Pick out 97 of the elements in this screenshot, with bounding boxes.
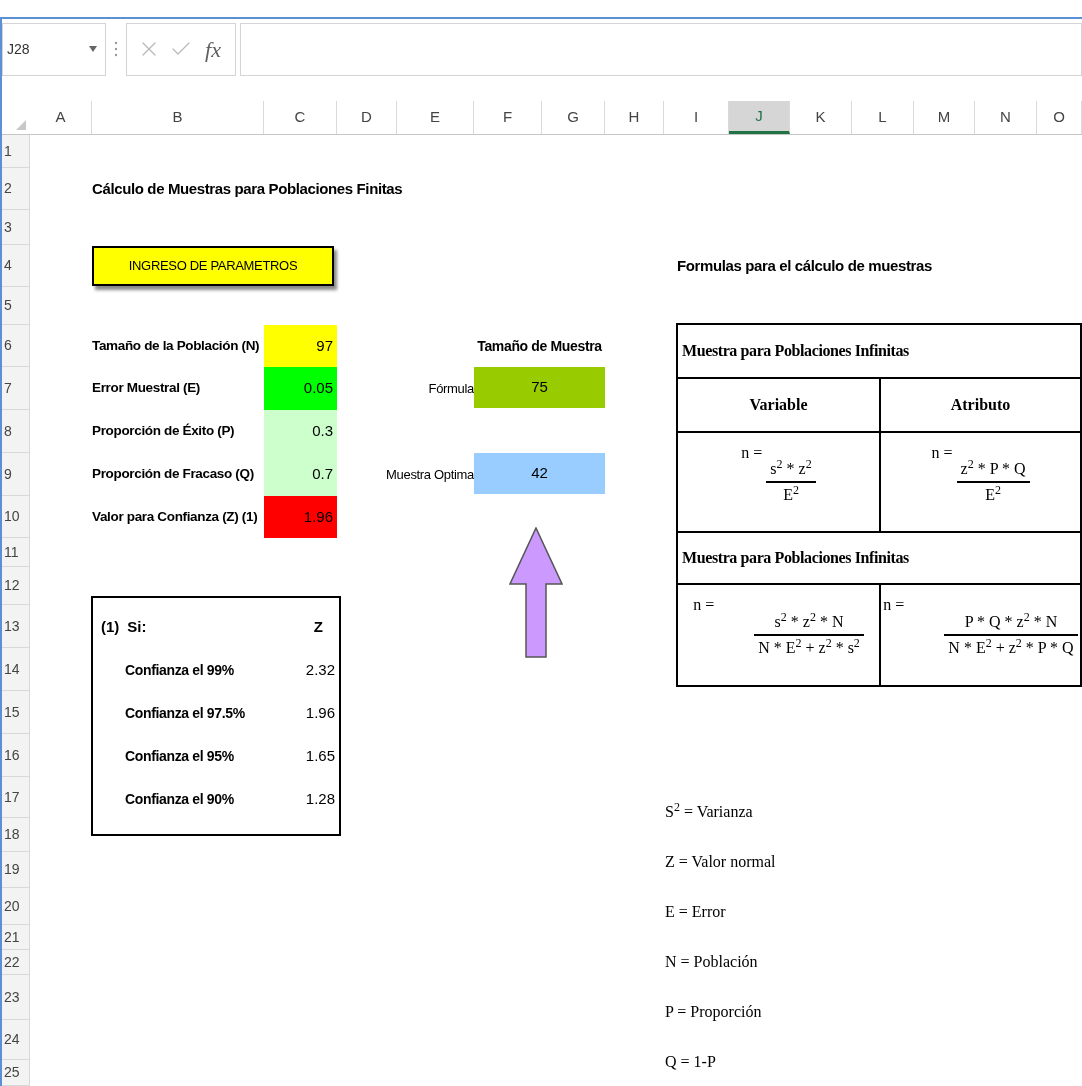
formula-numerator: P * Q * z$^{2}$ * N <box>963 610 1059 632</box>
row-header[interactable]: 17 <box>2 777 30 818</box>
row-header[interactable]: 16 <box>2 734 30 777</box>
column-header[interactable]: A <box>30 100 92 134</box>
parameter-label: Proporción de Fracaso (Q) <box>92 465 255 484</box>
column-header[interactable]: J <box>729 100 790 134</box>
row-header[interactable]: 3 <box>2 210 30 245</box>
confidence-label: Confianza el 97.5% <box>125 704 245 723</box>
parameter-label: Proporción de Éxito (P) <box>92 422 236 441</box>
formula-lhs: n = <box>693 595 715 615</box>
z-value: 1.96 <box>305 703 335 724</box>
column-header[interactable]: D <box>337 100 397 134</box>
row-header[interactable]: 2 <box>2 168 30 210</box>
column-header[interactable]: E <box>397 100 474 134</box>
result-value-cell[interactable]: 75 <box>474 367 605 408</box>
formulas-heading: Formulas para el cálculo de muestras <box>676 255 933 276</box>
row-header[interactable]: 10 <box>2 496 30 538</box>
formula-denominator: N * E$^{2}$ + z$^{2}$ * P * Q <box>947 636 1075 658</box>
row-header[interactable]: 18 <box>2 818 30 852</box>
column-header[interactable]: B <box>92 100 264 134</box>
parameter-value-cell[interactable]: 97 <box>264 325 337 367</box>
formula-denominator: E$^{2}$ <box>984 483 1002 505</box>
column-header[interactable]: H <box>605 100 664 134</box>
section-title: Muestra para Poblaciones Infinitas <box>682 341 909 362</box>
column-header[interactable]: C <box>264 100 337 134</box>
up-arrow-icon <box>509 527 563 658</box>
formula-lhs: n = <box>741 443 763 463</box>
result-label: Fórmula <box>428 379 474 398</box>
z-heading: Z <box>313 617 323 638</box>
confidence-label: Confianza el 90% <box>125 790 234 809</box>
input-banner: INGRESO DE PARAMETROS <box>92 246 334 286</box>
z-value: 1.28 <box>305 789 335 810</box>
row-header[interactable]: 19 <box>2 852 30 888</box>
parameter-value-cell[interactable]: 0.7 <box>264 453 337 496</box>
result-label: Muestra Optima <box>386 465 474 484</box>
parameter-value-cell[interactable]: 0.3 <box>264 410 337 453</box>
row-header[interactable]: 6 <box>2 325 30 367</box>
select-all-corner-icon[interactable] <box>16 120 26 130</box>
confidence-label: Confianza el 95% <box>125 747 234 766</box>
grip-dots-icon <box>114 41 118 57</box>
parameter-value-cell[interactable]: 0.05 <box>264 367 337 410</box>
row-header[interactable]: 14 <box>2 648 30 691</box>
row-header[interactable]: 9 <box>2 453 30 496</box>
row-header[interactable]: 11 <box>2 538 30 567</box>
formula-lhs: n = <box>931 443 953 463</box>
sample-size-heading: Tamaño de Muestra <box>476 336 603 356</box>
insert-function-button[interactable]: fx <box>199 31 227 67</box>
row-header[interactable]: 1 <box>2 135 30 168</box>
column-header[interactable]: F <box>474 100 542 134</box>
row-header[interactable]: 13 <box>2 605 30 648</box>
row-header[interactable]: 7 <box>2 367 30 410</box>
legend-entry: P = Proporción <box>665 1002 762 1023</box>
parameter-label: Error Muestral (E) <box>92 379 201 398</box>
legend-entry: Q = 1-P <box>665 1052 716 1072</box>
legend-entry: S$^{2}$ = Varianza <box>665 800 753 822</box>
column-header[interactable]: L <box>852 100 914 134</box>
row-header[interactable]: 4 <box>2 245 30 287</box>
legend-entry: Z = Valor normal <box>665 852 776 872</box>
row-header[interactable]: 23 <box>2 975 30 1020</box>
row-header[interactable]: 20 <box>2 888 30 925</box>
row-header[interactable]: 22 <box>2 950 30 975</box>
column-header[interactable]: O <box>1037 100 1082 134</box>
formula-denominator: E$^{2}$ <box>782 483 800 505</box>
column-header[interactable]: M <box>914 100 975 134</box>
row-header[interactable]: 21 <box>2 925 30 950</box>
dropdown-caret-icon <box>89 46 97 52</box>
column-header[interactable]: N <box>975 100 1037 134</box>
z-value: 2.32 <box>305 660 335 681</box>
footnote-marker: (1) <box>101 617 120 638</box>
section-title: Muestra para Poblaciones Infinitas <box>682 548 909 569</box>
parameter-label: Tamaño de la Población (N) <box>92 336 261 355</box>
column-header[interactable]: K <box>790 100 852 134</box>
confidence-label: Confianza el 99% <box>125 661 234 680</box>
row-header[interactable]: 5 <box>2 287 30 325</box>
name-box[interactable]: J28 <box>2 22 106 76</box>
result-value-cell[interactable]: 42 <box>474 453 605 494</box>
formula-denominator: N * E$^{2}$ + z$^{2}$ * s$^{2}$ <box>757 636 861 658</box>
condition-heading: Si: <box>127 617 147 638</box>
formula-numerator: s$^{2}$ * z$^{2}$ * N <box>773 610 845 632</box>
z-value: 1.65 <box>305 746 335 767</box>
formula-numerator: s$^{2}$ * z$^{2}$ <box>769 457 813 479</box>
parameter-label: Valor para Confianza (Z) (1) <box>92 507 259 526</box>
column-title: Atributo <box>950 395 1011 415</box>
row-header[interactable]: 8 <box>2 410 30 453</box>
column-header[interactable]: G <box>542 100 605 134</box>
legend-entry: N = Población <box>665 952 758 972</box>
row-header[interactable]: 25 <box>2 1060 30 1086</box>
sheet-title: Cálculo de Muestras para Poblaciones Finitas <box>92 178 404 199</box>
parameter-value-cell[interactable]: 1.96 <box>264 496 337 538</box>
column-title: Variable <box>749 395 808 415</box>
row-header[interactable]: 15 <box>2 691 30 734</box>
formula-lhs: n = <box>883 595 905 615</box>
row-header[interactable]: 24 <box>2 1020 30 1060</box>
formula-numerator: z$^{2}$ * P * Q <box>959 457 1027 479</box>
legend-entry: E = Error <box>665 902 726 922</box>
formula-input[interactable] <box>240 22 1082 76</box>
row-header[interactable]: 12 <box>2 567 30 605</box>
